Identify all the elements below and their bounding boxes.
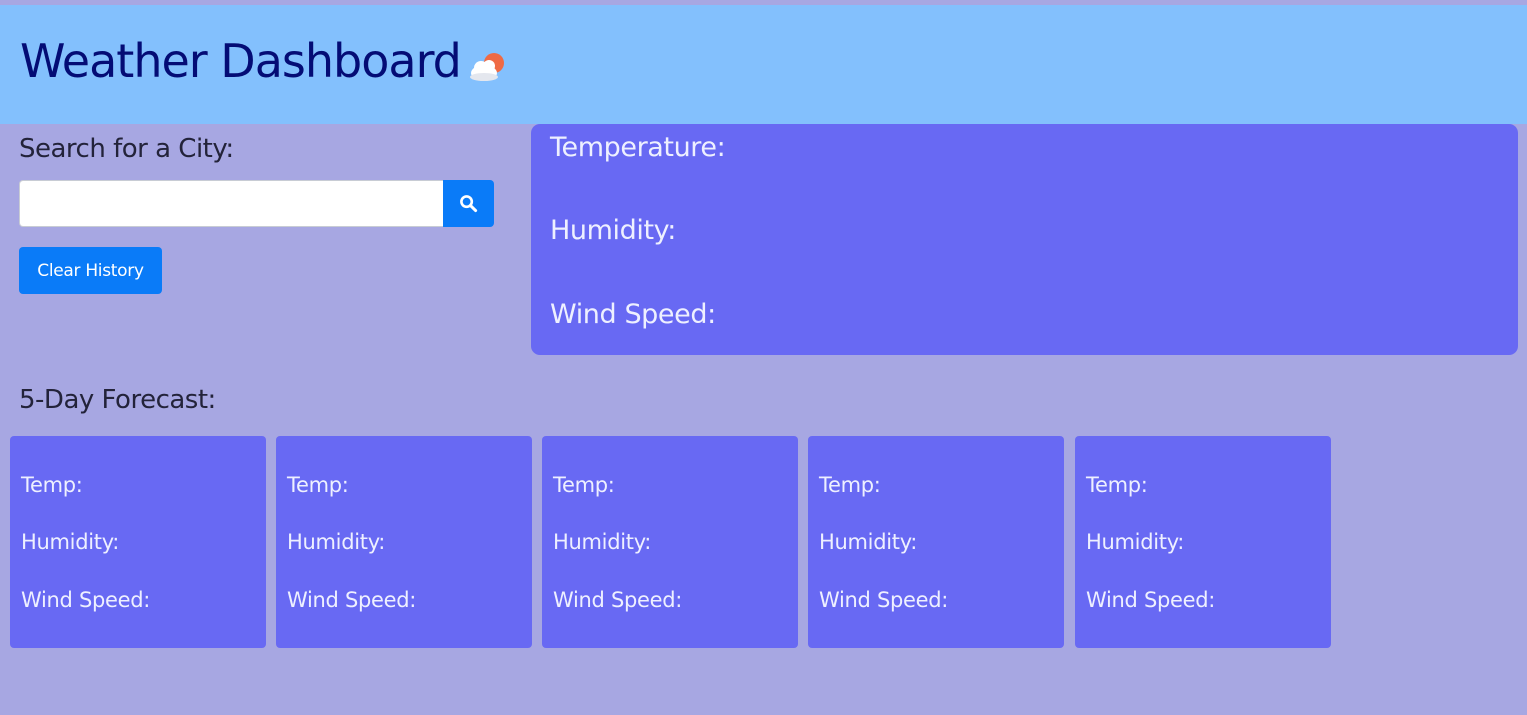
forecast-card-day-4: Temp: Humidity: Wind Speed: xyxy=(808,436,1064,648)
search-icon xyxy=(460,195,478,213)
clear-history-button[interactable]: Clear History xyxy=(19,247,162,294)
forecast-title: 5-Day Forecast: xyxy=(19,385,216,415)
forecast-temp: Temp: xyxy=(553,473,615,497)
forecast-temp: Temp: xyxy=(819,473,881,497)
forecast-card-day-3: Temp: Humidity: Wind Speed: xyxy=(542,436,798,648)
forecast-humidity: Humidity: xyxy=(21,530,120,554)
forecast-card-day-1: Temp: Humidity: Wind Speed: xyxy=(10,436,266,648)
forecast-wind-speed: Wind Speed: xyxy=(21,588,151,612)
partly-cloudy-icon xyxy=(470,53,504,81)
forecast-card-day-2: Temp: Humidity: Wind Speed: xyxy=(276,436,532,648)
current-temperature: Temperature: xyxy=(550,132,726,163)
forecast-temp: Temp: xyxy=(21,473,83,497)
current-weather-panel: Temperature: Humidity: Wind Speed: xyxy=(531,124,1518,355)
forecast-humidity: Humidity: xyxy=(287,530,386,554)
current-wind-speed: Wind Speed: xyxy=(550,299,716,330)
page-header: Weather Dashboard xyxy=(0,5,1527,124)
current-humidity: Humidity: xyxy=(550,215,676,246)
search-label: Search for a City: xyxy=(19,134,234,164)
forecast-humidity: Humidity: xyxy=(819,530,918,554)
forecast-wind-speed: Wind Speed: xyxy=(287,588,417,612)
forecast-card-day-5: Temp: Humidity: Wind Speed: xyxy=(1075,436,1331,648)
forecast-wind-speed: Wind Speed: xyxy=(819,588,949,612)
forecast-temp: Temp: xyxy=(1086,473,1148,497)
forecast-temp: Temp: xyxy=(287,473,349,497)
page-title: Weather Dashboard xyxy=(20,34,462,88)
city-search-input[interactable] xyxy=(19,180,443,227)
forecast-humidity: Humidity: xyxy=(1086,530,1185,554)
search-button[interactable] xyxy=(443,180,494,227)
forecast-wind-speed: Wind Speed: xyxy=(1086,588,1216,612)
forecast-humidity: Humidity: xyxy=(553,530,652,554)
forecast-wind-speed: Wind Speed: xyxy=(553,588,683,612)
